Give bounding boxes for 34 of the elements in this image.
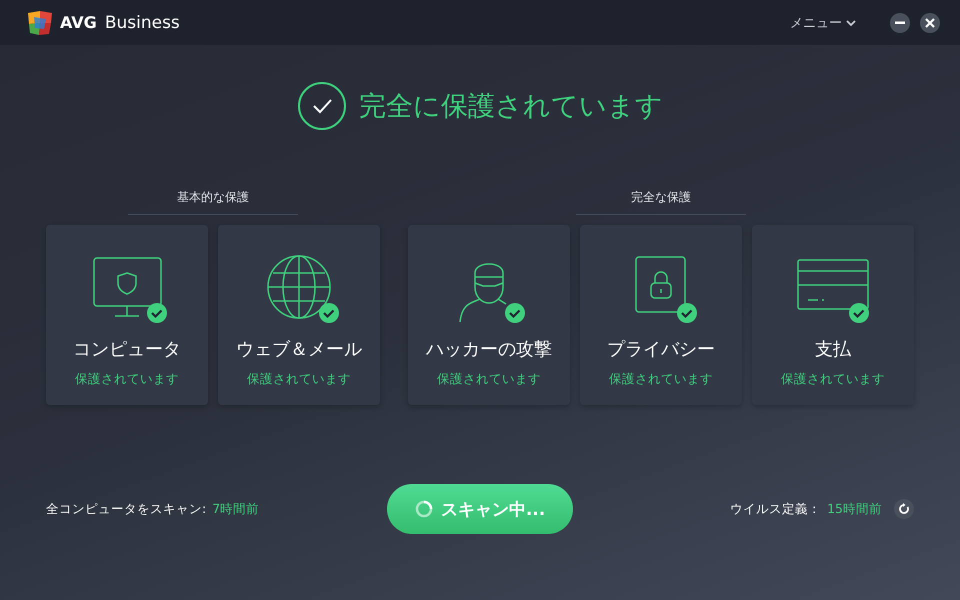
- minimize-icon: [895, 20, 905, 24]
- menu-button[interactable]: メニュー: [784, 12, 862, 32]
- group-title: 基本的な保護: [177, 189, 249, 206]
- card-status: 保護されています: [781, 371, 885, 388]
- product-name: Business: [104, 12, 180, 32]
- card-title: ウェブ＆メール: [236, 338, 362, 361]
- chevron-down-icon: [846, 18, 856, 26]
- group-title: 完全な保護: [631, 189, 691, 206]
- protection-card[interactable]: コンピュータ 保護されています: [46, 225, 208, 405]
- check-circle-icon: [297, 81, 347, 131]
- card-title: ハッカーの攻撃: [426, 338, 552, 361]
- close-button[interactable]: [920, 12, 940, 32]
- card-status: 保護されています: [609, 371, 713, 388]
- card-status: 保護されています: [247, 371, 351, 388]
- card-status: 保護されています: [437, 371, 541, 388]
- card-status: 保護されています: [75, 371, 179, 388]
- refresh-icon: [898, 503, 910, 515]
- refresh-button[interactable]: [894, 499, 914, 519]
- protection-card[interactable]: プライバシー 保護されています: [580, 225, 742, 405]
- protection-card[interactable]: ウェブ＆メール 保護されています: [218, 225, 380, 405]
- minimize-button[interactable]: [890, 12, 910, 32]
- protection-card[interactable]: ハッカーの攻撃 保護されています: [408, 225, 570, 405]
- card-title: コンピュータ: [73, 338, 181, 361]
- scan-time: 7時間前: [212, 500, 260, 518]
- card-title: プライバシー: [607, 338, 715, 361]
- brand-name: AVG: [60, 13, 97, 32]
- scan-label: 全コンピュータをスキャン:: [46, 500, 206, 518]
- definitions-label: ウイルス定義：: [730, 500, 822, 518]
- spinner-icon: [414, 500, 433, 518]
- card-title: 支払: [815, 338, 851, 361]
- protection-card[interactable]: 支払 保護されています: [752, 225, 914, 405]
- status-title: 完全に保護されています: [359, 90, 663, 124]
- definitions-time: 15時間前: [827, 500, 882, 518]
- close-icon: [925, 18, 935, 28]
